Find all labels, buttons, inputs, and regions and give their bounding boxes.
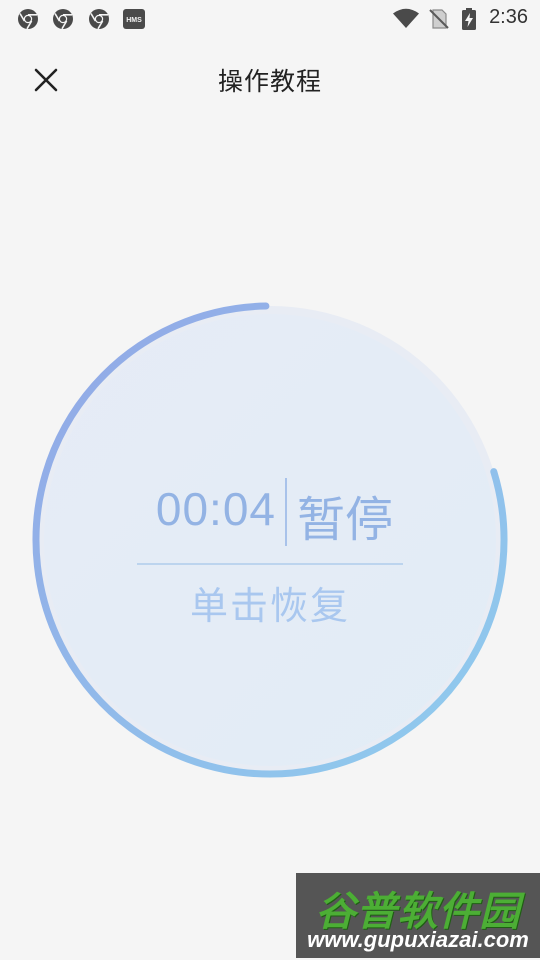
hms-label: HMS [126,17,142,24]
watermark: 谷普软件园 www.gupuxiazai.com [296,873,540,958]
timer-separator [285,478,287,546]
no-sim-icon [429,9,449,29]
timer-hint: 单击恢复 [189,584,350,628]
watermark-url: www.gupuxiazai.com [307,927,529,952]
status-bar: HMS 2:36 [0,0,540,38]
chrome-icon [18,9,38,30]
timer-row: 00:04 暂停 [30,478,510,548]
status-time: 2:36 [489,6,528,28]
wifi-icon [393,8,419,28]
page-title: 操作教程 [217,67,322,96]
timer-state: 暂停 [297,492,394,548]
header: 操作教程 [0,48,540,110]
screen: HMS 2:36 操作教程 00:04 暂停 单击恢复 谷普软件园 www.gu… [0,0,540,960]
chrome-icon [89,9,109,30]
hms-icon: HMS [123,9,145,29]
timer-time: 00:04 [155,483,276,535]
battery-charging-icon [462,8,476,30]
chrome-icon [53,9,73,30]
timer-button[interactable]: 00:04 暂停 单击恢复 [30,300,510,780]
timer-divider [137,563,403,565]
